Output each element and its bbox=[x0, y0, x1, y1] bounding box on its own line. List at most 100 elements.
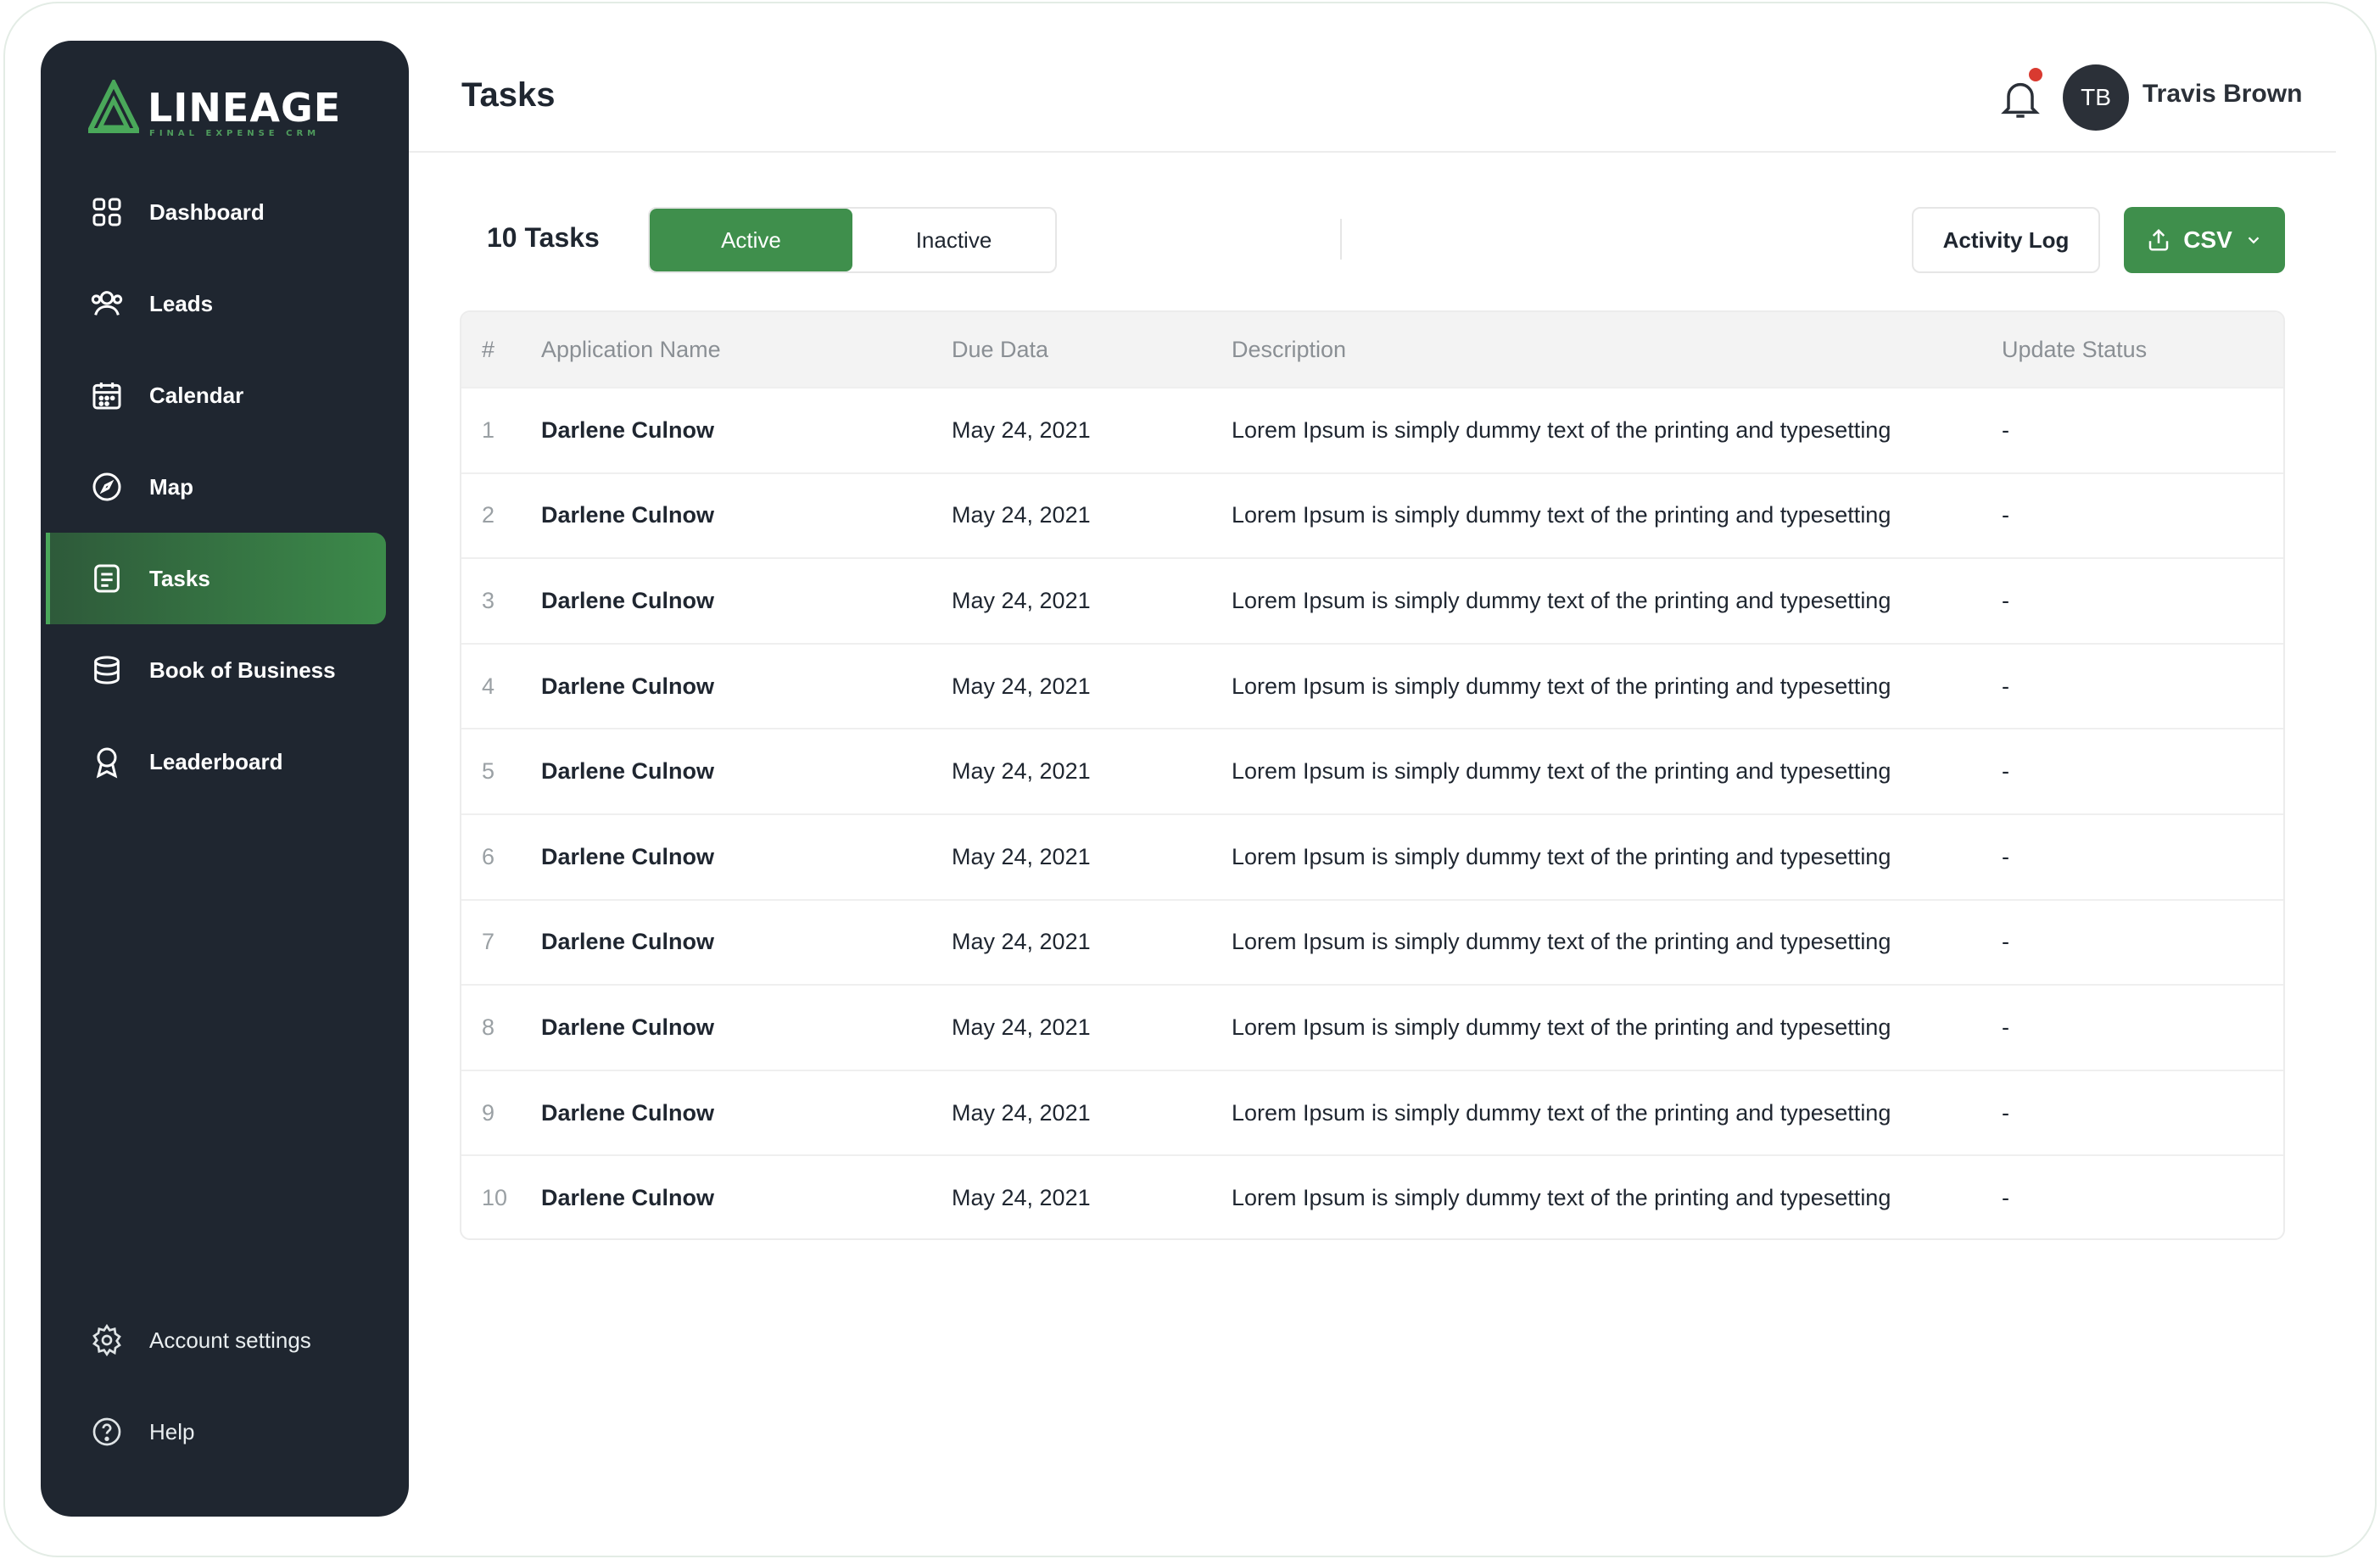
upload-icon bbox=[2148, 228, 2169, 251]
column-header-due-date[interactable]: Due Data bbox=[952, 337, 1232, 363]
due-date-cell: May 24, 2021 bbox=[952, 929, 1091, 955]
description-cell: Lorem Ipsum is simply dummy text of the … bbox=[1232, 1014, 1891, 1040]
csv-export-button[interactable]: CSV bbox=[2124, 207, 2285, 273]
document-icon bbox=[88, 560, 126, 597]
tasks-table: # Application Name Due Data Description … bbox=[460, 310, 2285, 1240]
avatar[interactable]: TB bbox=[2063, 64, 2129, 131]
task-count: 10 Tasks bbox=[487, 222, 600, 253]
update-status-cell[interactable]: - bbox=[2002, 673, 2256, 700]
due-date-cell: May 24, 2021 bbox=[952, 416, 1091, 443]
table-row[interactable]: 2 Darlene Culnow May 24, 2021 Lorem Ipsum i… bbox=[461, 472, 2283, 558]
table-row[interactable]: 4 Darlene Culnow May 24, 2021 Lorem Ipsum i… bbox=[461, 642, 2283, 729]
update-status-cell[interactable]: - bbox=[2002, 1100, 2256, 1126]
sidebar-item-map[interactable]: Map bbox=[41, 441, 409, 533]
due-date-cell: May 24, 2021 bbox=[952, 843, 1091, 869]
sidebar-item-label: Leads bbox=[149, 290, 214, 316]
table-row[interactable]: 1 Darlene Culnow May 24, 2021 Lorem Ipsum i… bbox=[461, 387, 2283, 472]
application-name-cell: Darlene Culnow bbox=[541, 587, 715, 613]
update-status-cell[interactable]: - bbox=[2002, 758, 2256, 785]
due-date-cell: May 24, 2021 bbox=[952, 1185, 1091, 1211]
row-number: 3 bbox=[482, 587, 495, 613]
update-status-cell[interactable]: - bbox=[2002, 502, 2256, 528]
description-cell: Lorem Ipsum is simply dummy text of the … bbox=[1232, 587, 1891, 613]
application-name-cell: Darlene Culnow bbox=[541, 673, 715, 699]
update-status-cell[interactable]: - bbox=[2002, 1185, 2256, 1211]
description-cell: Lorem Ipsum is simply dummy text of the … bbox=[1232, 1185, 1891, 1211]
row-number: 4 bbox=[482, 673, 495, 699]
chevron-down-icon[interactable] bbox=[2244, 231, 2263, 249]
row-number: 6 bbox=[482, 843, 495, 869]
sidebar-item-label: Tasks bbox=[149, 565, 210, 591]
brand-tagline: FINAL EXPENSE CRM bbox=[149, 129, 321, 138]
application-name-cell: Darlene Culnow bbox=[541, 929, 715, 955]
application-name-cell: Darlene Culnow bbox=[541, 502, 715, 528]
activity-log-button[interactable]: Activity Log bbox=[1912, 207, 2100, 273]
row-number: 1 bbox=[482, 416, 495, 443]
application-name-cell: Darlene Culnow bbox=[541, 1014, 715, 1040]
brand-logo[interactable]: LINEAGE FINAL EXPENSE CRM bbox=[88, 80, 360, 148]
update-status-cell[interactable]: - bbox=[2002, 1014, 2256, 1041]
description-cell: Lorem Ipsum is simply dummy text of the … bbox=[1232, 929, 1891, 955]
sidebar-item-tasks[interactable]: Tasks bbox=[41, 533, 409, 624]
table-row[interactable]: 6 Darlene Culnow May 24, 2021 Lorem Ipsum i… bbox=[461, 813, 2283, 899]
filter-active-button[interactable]: Active bbox=[650, 209, 852, 271]
award-icon bbox=[88, 743, 126, 780]
application-name-cell: Darlene Culnow bbox=[541, 416, 715, 443]
user-name[interactable]: Travis Brown bbox=[2143, 80, 2302, 109]
description-cell: Lorem Ipsum is simply dummy text of the … bbox=[1232, 1099, 1891, 1126]
sidebar-item-label: Map bbox=[149, 473, 193, 500]
table-row[interactable]: 9 Darlene Culnow May 24, 2021 Lorem Ipsum i… bbox=[461, 1069, 2283, 1155]
sidebar-item-leaderboard[interactable]: Leaderboard bbox=[41, 716, 409, 807]
column-header-update-status[interactable]: Update Status bbox=[2002, 337, 2256, 363]
table-body: 1 Darlene Culnow May 24, 2021 Lorem Ipsum i… bbox=[461, 387, 2283, 1238]
application-name-cell: Darlene Culnow bbox=[541, 758, 715, 785]
description-cell: Lorem Ipsum is simply dummy text of the … bbox=[1232, 758, 1891, 785]
update-status-cell[interactable]: - bbox=[2002, 929, 2256, 955]
sidebar: LINEAGE FINAL EXPENSE CRM Dashboard Lead… bbox=[41, 41, 409, 1517]
filter-inactive-button[interactable]: Inactive bbox=[852, 209, 1055, 271]
row-number: 9 bbox=[482, 1099, 495, 1126]
sidebar-item-label: Account settings bbox=[149, 1327, 311, 1353]
sidebar-item-label: Leaderboard bbox=[149, 748, 283, 774]
sidebar-item-label: Dashboard bbox=[149, 198, 265, 225]
due-date-cell: May 24, 2021 bbox=[952, 587, 1091, 613]
table-row[interactable]: 3 Darlene Culnow May 24, 2021 Lorem Ipsum i… bbox=[461, 557, 2283, 643]
row-number: 10 bbox=[482, 1185, 508, 1211]
sidebar-item-leads[interactable]: Leads bbox=[41, 258, 409, 349]
column-header-application-name[interactable]: Application Name bbox=[541, 337, 952, 363]
status-filter-toggle: Active Inactive bbox=[648, 207, 1057, 273]
column-header-number[interactable]: # bbox=[461, 337, 541, 363]
column-header-description[interactable]: Description bbox=[1232, 337, 2002, 363]
calendar-icon bbox=[88, 377, 126, 414]
table-row[interactable]: 10 Darlene Culnow May 24, 2021 Lorem Ipsum … bbox=[461, 1154, 2283, 1238]
table-row[interactable]: 7 Darlene Culnow May 24, 2021 Lorem Ipsum i… bbox=[461, 898, 2283, 985]
due-date-cell: May 24, 2021 bbox=[952, 1099, 1091, 1126]
brand-name: LINEAGE bbox=[148, 85, 342, 131]
description-cell: Lorem Ipsum is simply dummy text of the … bbox=[1232, 502, 1891, 528]
sidebar-item-account-settings[interactable]: Account settings bbox=[41, 1294, 409, 1386]
row-number: 5 bbox=[482, 758, 495, 785]
gear-icon bbox=[88, 1322, 126, 1359]
sidebar-item-book-of-business[interactable]: Book of Business bbox=[41, 624, 409, 716]
sidebar-item-help[interactable]: Help bbox=[41, 1386, 409, 1478]
tasks-toolbar: 10 Tasks Active Inactive Activity Log CS… bbox=[409, 207, 2336, 273]
table-row[interactable]: 5 Darlene Culnow May 24, 2021 Lorem Ipsum i… bbox=[461, 728, 2283, 813]
update-status-cell[interactable]: - bbox=[2002, 417, 2256, 444]
row-number: 2 bbox=[482, 502, 495, 528]
sidebar-item-calendar[interactable]: Calendar bbox=[41, 349, 409, 441]
due-date-cell: May 24, 2021 bbox=[952, 1014, 1091, 1040]
update-status-cell[interactable]: - bbox=[2002, 588, 2256, 614]
application-name-cell: Darlene Culnow bbox=[541, 1185, 715, 1211]
update-status-cell[interactable]: - bbox=[2002, 844, 2256, 870]
table-row[interactable]: 8 Darlene Culnow May 24, 2021 Lorem Ipsum i… bbox=[461, 984, 2283, 1070]
sidebar-item-dashboard[interactable]: Dashboard bbox=[41, 166, 409, 258]
compass-icon bbox=[88, 468, 126, 506]
description-cell: Lorem Ipsum is simply dummy text of the … bbox=[1232, 843, 1891, 869]
description-cell: Lorem Ipsum is simply dummy text of the … bbox=[1232, 673, 1891, 699]
sidebar-nav: Dashboard Leads Calendar Map Tasks Book … bbox=[41, 166, 409, 807]
notification-bell-icon[interactable] bbox=[1997, 73, 2048, 124]
row-number: 8 bbox=[482, 1014, 495, 1040]
sidebar-bottom-nav: Account settings Help bbox=[41, 1294, 409, 1478]
notification-dot bbox=[2029, 68, 2042, 81]
top-header: Tasks TB Travis Brown bbox=[409, 41, 2336, 153]
